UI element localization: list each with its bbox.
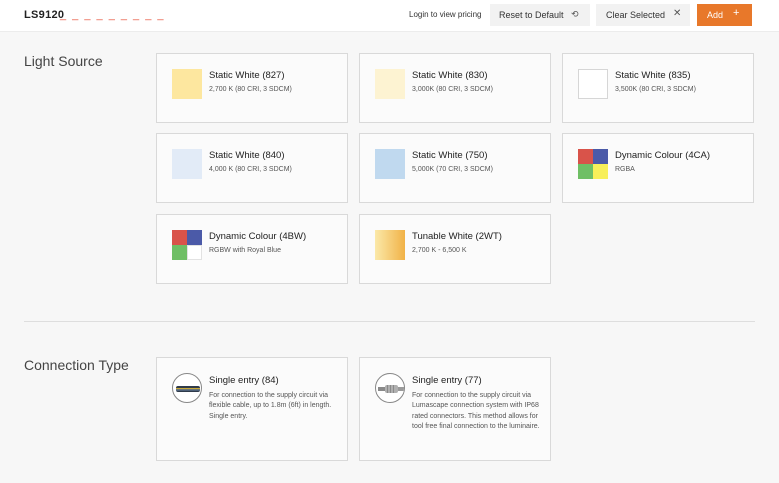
- section-divider: [24, 321, 755, 322]
- connection-title: Single entry (84): [209, 375, 279, 386]
- option-subtitle: 2,700 K - 6,500 K: [412, 247, 467, 254]
- connection-card-84[interactable]: Single entry (84) For connection to the …: [156, 357, 348, 461]
- option-title: Static White (830): [412, 70, 488, 81]
- option-subtitle: 3,000K (80 CRI, 3 SDCM): [412, 86, 493, 93]
- rgbw-swatch: [172, 230, 202, 260]
- cable-icon: [172, 373, 202, 403]
- option-subtitle: 2,700 K (80 CRI, 3 SDCM): [209, 86, 292, 93]
- option-card-827[interactable]: Static White (827) 2,700 K (80 CRI, 3 SD…: [156, 53, 348, 123]
- connector-icon: [375, 373, 405, 403]
- product-code-placeholder: _ _ _ _ _ _ _ _ _: [60, 9, 166, 21]
- reset-to-default-button[interactable]: Reset to Default ⟲: [490, 4, 590, 26]
- connection-type-title: Connection Type: [24, 357, 129, 373]
- reset-label: Reset to Default: [499, 10, 564, 20]
- tunable-white-swatch: [375, 230, 405, 260]
- add-label: Add: [707, 10, 724, 20]
- option-subtitle: 3,500K (80 CRI, 3 SDCM): [615, 86, 696, 93]
- option-title: Static White (750): [412, 150, 488, 161]
- option-title: Tunable White (2WT): [412, 231, 502, 242]
- connection-description: For connection to the supply circuit via…: [412, 392, 540, 430]
- connection-description: For connection to the supply circuit via…: [209, 392, 332, 420]
- clear-selected-button[interactable]: Clear Selected ✕: [596, 4, 690, 26]
- option-subtitle: 5,000K (70 CRI, 3 SDCM): [412, 166, 493, 173]
- option-card-4ca[interactable]: Dynamic Colour (4CA) RGBA: [562, 133, 754, 203]
- option-card-4bw[interactable]: Dynamic Colour (4BW) RGBW with Royal Blu…: [156, 214, 348, 284]
- close-icon: ✕: [673, 8, 682, 19]
- option-card-2wt[interactable]: Tunable White (2WT) 2,700 K - 6,500 K: [359, 214, 551, 284]
- color-swatch: [375, 149, 405, 179]
- option-subtitle: RGBW with Royal Blue: [209, 247, 281, 254]
- rgba-swatch: [578, 149, 608, 179]
- color-swatch: [375, 69, 405, 99]
- color-swatch: [578, 69, 608, 99]
- option-subtitle: 4,000 K (80 CRI, 3 SDCM): [209, 166, 292, 173]
- option-card-830[interactable]: Static White (830) 3,000K (80 CRI, 3 SDC…: [359, 53, 551, 123]
- plus-icon: +: [733, 7, 740, 19]
- option-title: Static White (827): [209, 70, 285, 81]
- option-card-835[interactable]: Static White (835) 3,500K (80 CRI, 3 SDC…: [562, 53, 754, 123]
- product-code: LS9120: [24, 9, 65, 21]
- login-to-view-pricing-link[interactable]: Login to view pricing: [409, 10, 481, 19]
- option-title: Static White (835): [615, 70, 691, 81]
- option-title: Dynamic Colour (4CA): [615, 150, 711, 161]
- light-source-title: Light Source: [24, 53, 103, 69]
- option-card-840[interactable]: Static White (840) 4,000 K (80 CRI, 3 SD…: [156, 133, 348, 203]
- top-bar: LS9120 _ _ _ _ _ _ _ _ _ Login to view p…: [0, 0, 779, 32]
- color-swatch: [172, 69, 202, 99]
- option-title: Static White (840): [209, 150, 285, 161]
- option-card-750[interactable]: Static White (750) 5,000K (70 CRI, 3 SDC…: [359, 133, 551, 203]
- connection-title: Single entry (77): [412, 375, 482, 386]
- add-button[interactable]: Add +: [697, 4, 752, 26]
- option-title: Dynamic Colour (4BW): [209, 231, 307, 242]
- color-swatch: [172, 149, 202, 179]
- clear-label: Clear Selected: [606, 10, 666, 20]
- connection-card-77[interactable]: Single entry (77) For connection to the …: [359, 357, 551, 461]
- undo-icon: ⟲: [571, 9, 579, 19]
- option-subtitle: RGBA: [615, 166, 635, 173]
